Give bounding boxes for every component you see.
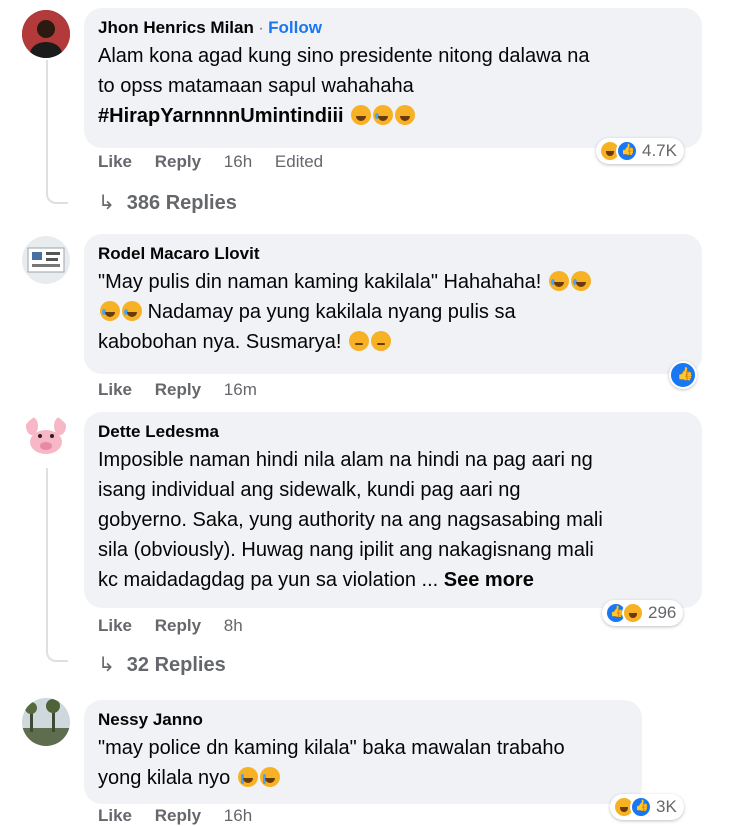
comment-line: kc maidadagdag pa yun sa violation ... S…: [98, 565, 688, 595]
reaction-count: 4.7K: [642, 141, 677, 160]
comment-text: Imposible naman hindi nila alam na hindi…: [98, 445, 688, 595]
comment-line: Nadamay pa yung kakilala nyang pulis sa: [98, 297, 688, 327]
comment-line: "May pulis din naman kaming kakilala" Ha…: [98, 267, 688, 297]
reply-button[interactable]: Reply: [155, 380, 201, 399]
view-replies-button[interactable]: ↳ 32 Replies: [98, 652, 226, 677]
comment-bubble: Nessy Janno "may police dn kaming kilala…: [84, 700, 642, 804]
author-name[interactable]: Jhon Henrics Milan: [98, 18, 254, 37]
comment-text: "may police dn kaming kilala" baka mawal…: [98, 733, 628, 793]
like-button[interactable]: Like: [98, 616, 132, 635]
author-name[interactable]: Rodel Macaro Llovit: [98, 243, 688, 265]
comment-line-text: kabobohan nya. Susmarya!: [98, 331, 342, 353]
rofl-emoji-icon: [122, 301, 142, 321]
thread-line: [46, 468, 48, 650]
comment-line: Imposible naman hindi nila alam na hindi…: [98, 449, 593, 471]
comment-line: isang individual ang sidewalk, kundi pag…: [98, 479, 521, 501]
comment-line-text: "May pulis din naman kaming kakilala" Ha…: [98, 271, 542, 293]
reaction-summary[interactable]: 3K: [610, 794, 684, 820]
like-icon[interactable]: [669, 361, 697, 389]
rofl-emoji-icon: [373, 105, 394, 125]
view-replies-button[interactable]: ↳ 386 Replies: [98, 190, 237, 215]
reply-button[interactable]: Reply: [155, 152, 201, 171]
replies-count: 386 Replies: [126, 192, 237, 214]
comment-line: Alam kona agad kung sino presidente nito…: [98, 45, 590, 67]
comment-actions: Like Reply 16h Edited: [98, 152, 341, 172]
comment-line: to opss matamaan sapul wahahaha: [98, 75, 414, 97]
avatar[interactable]: [22, 414, 70, 462]
comment-bubble: Jhon Henrics Milan · Follow Alam kona ag…: [84, 8, 702, 148]
reaction-summary[interactable]: 4.7K: [596, 138, 684, 164]
rofl-emoji-icon: [548, 271, 569, 291]
timestamp[interactable]: 16h: [224, 806, 252, 825]
comment-line: gobyerno. Saka, yung authority na ang na…: [98, 509, 603, 531]
timestamp[interactable]: 16h: [224, 152, 252, 171]
reply-arrow-icon: ↳: [98, 192, 115, 214]
avatar[interactable]: [22, 698, 70, 746]
rofl-emoji-icon: [100, 301, 120, 321]
like-button[interactable]: Like: [98, 806, 132, 825]
reaction-summary[interactable]: 296: [602, 600, 684, 626]
like-icon: [616, 140, 638, 162]
comment-line-text: kc maidadagdag pa yun sa violation ...: [98, 569, 439, 591]
comment-text: "May pulis din naman kaming kakilala" Ha…: [98, 267, 688, 357]
like-button[interactable]: Like: [98, 152, 132, 171]
comment-line-hashtag: #HirapYarnnnnUmintindiii: [98, 101, 688, 131]
reaction-count: 296: [648, 603, 677, 622]
author-name[interactable]: Dette Ledesma: [98, 421, 688, 443]
avatar-image: [22, 10, 70, 58]
thread-curve: [46, 648, 68, 662]
like-button[interactable]: Like: [98, 380, 132, 399]
comment-line-text: Nadamay pa yung kakilala nyang pulis sa: [147, 301, 516, 323]
reply-arrow-icon: ↳: [98, 654, 115, 676]
rofl-emoji-icon: [570, 271, 591, 291]
comment-line: yong kilala nyo: [98, 763, 628, 793]
unamused-emoji-icon: [371, 331, 392, 351]
comment-text: Alam kona agad kung sino presidente nito…: [98, 41, 688, 131]
avatar-image: [22, 698, 70, 746]
comment-actions: Like Reply 16h: [98, 806, 270, 826]
follow-button[interactable]: Follow: [268, 18, 322, 37]
comment-line: kabobohan nya. Susmarya!: [98, 327, 688, 357]
comment-actions: Like Reply 8h: [98, 616, 261, 636]
comment-author: Jhon Henrics Milan · Follow: [98, 18, 322, 37]
reply-button[interactable]: Reply: [155, 806, 201, 825]
edited-label: Edited: [274, 152, 324, 171]
comment-actions: Like Reply 16m: [98, 380, 275, 400]
surprised-emoji-icon: [351, 105, 372, 125]
avatar[interactable]: [22, 236, 70, 284]
comment-line: sila (obviously). Huwag nang ipilit ang …: [98, 539, 594, 561]
avatar-image: [22, 414, 70, 462]
reply-button[interactable]: Reply: [155, 616, 201, 635]
thread-line: [46, 60, 48, 192]
avatar-image: [22, 236, 70, 284]
timestamp[interactable]: 8h: [224, 616, 243, 635]
thread-curve: [46, 190, 68, 204]
comment-line-text: yong kilala nyo: [98, 767, 231, 789]
reaction-count: 3K: [656, 797, 677, 816]
comment-bubble: Rodel Macaro Llovit "May pulis din naman…: [84, 234, 702, 374]
zany-emoji-icon: [395, 105, 416, 125]
author-name[interactable]: Nessy Janno: [98, 709, 628, 731]
comment-line: "may police dn kaming kilala" baka mawal…: [98, 737, 565, 759]
replies-count: 32 Replies: [126, 654, 226, 676]
like-icon: [630, 796, 652, 818]
see-more-link[interactable]: See more: [444, 569, 534, 591]
haha-icon: [622, 602, 644, 624]
hashtag-link[interactable]: #HirapYarnnnnUmintindiii: [98, 105, 344, 127]
comment-bubble: Dette Ledesma Imposible naman hindi nila…: [84, 412, 702, 608]
eye-roll-emoji-icon: [349, 331, 370, 351]
follow-separator: ·: [258, 20, 264, 37]
crying-emoji-icon: [237, 767, 258, 787]
crying-emoji-icon: [259, 767, 280, 787]
avatar[interactable]: [22, 10, 70, 58]
timestamp[interactable]: 16m: [224, 380, 257, 399]
